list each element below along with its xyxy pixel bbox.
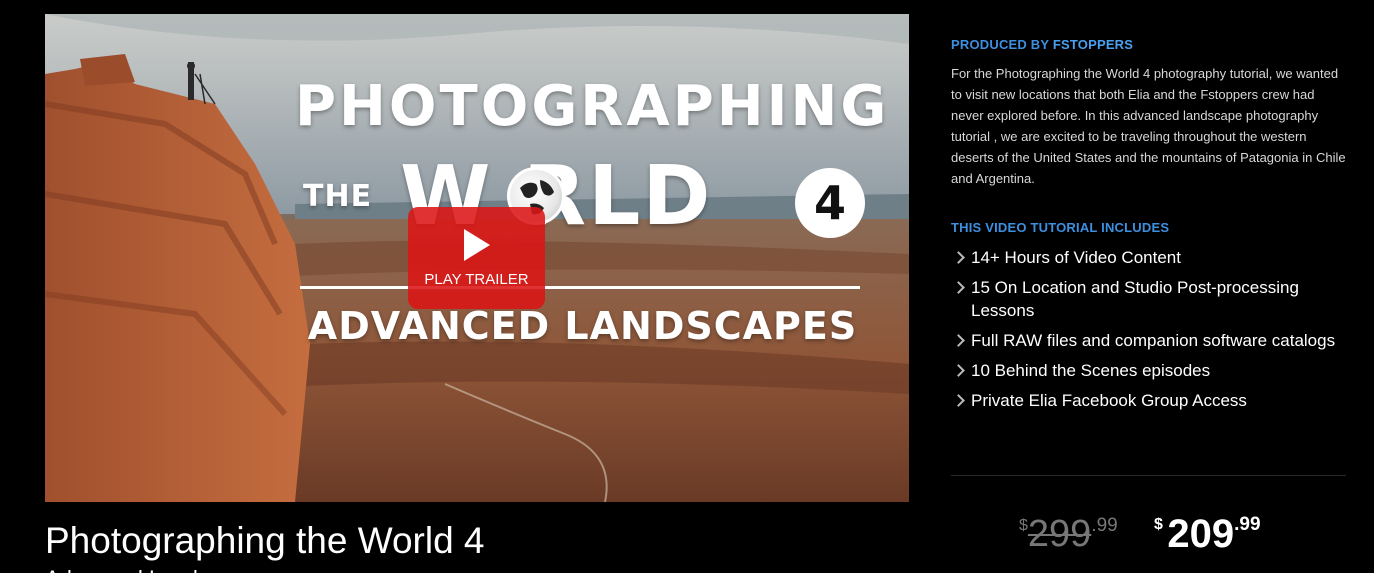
original-price: $299.99 [1019,513,1118,556]
play-icon [464,229,490,261]
list-item: 10 Behind the Scenes episodes [951,359,1346,382]
include-item-label: Full RAW files and companion software ca… [971,331,1336,350]
produced-by-prefix: PRODUCED BY [951,37,1053,52]
original-price-cents: .99 [1091,515,1118,536]
hero-title-subtitle: ADVANCED LANDSCAPES [307,304,858,348]
include-item-label: 14+ Hours of Video Content [971,248,1181,267]
product-description: For the Photographing the World 4 photog… [951,66,1346,186]
produced-by: PRODUCED BY FSTOPPERS [951,37,1133,52]
sale-price-amount: 209 [1167,512,1235,556]
hero-title-the: THE [303,179,373,214]
product-page: PHOTOGRAPHING THE W RLD 4 ADVANCED LANDS… [0,0,1374,573]
include-item-label: 15 On Location and Studio Post-processin… [971,278,1299,320]
original-price-amount: 299 [1027,513,1092,555]
includes-heading: THIS VIDEO TUTORIAL INCLUDES [951,220,1170,235]
include-item-label: Private Elia Facebook Group Access [971,391,1247,410]
list-item: Private Elia Facebook Group Access [951,389,1346,412]
hero-title-photographing: PHOTOGRAPHING [295,74,890,139]
chevron-right-icon [952,281,965,294]
sale-price: $ 209.99 [1154,512,1261,557]
play-trailer-label: PLAY TRAILER [424,271,529,288]
hero-divider [300,286,860,289]
original-price-currency: $ [1019,517,1028,534]
list-item: Full RAW files and companion software ca… [951,329,1346,352]
chevron-right-icon [952,364,965,377]
sale-price-currency: $ [1154,516,1163,533]
hero-title-number: 4 [795,168,865,238]
chevron-right-icon [952,394,965,407]
divider [951,475,1346,476]
chevron-right-icon [952,334,965,347]
play-trailer-button[interactable]: PLAY TRAILER [408,207,545,309]
chevron-right-icon [952,251,965,264]
sale-price-cents: .99 [1234,514,1261,535]
trailer-video[interactable]: PHOTOGRAPHING THE W RLD 4 ADVANCED LANDS… [45,14,909,502]
includes-list: 14+ Hours of Video Content 15 On Locatio… [951,246,1346,419]
list-item: 15 On Location and Studio Post-processin… [951,276,1346,322]
product-title: Photographing the World 4 [45,520,485,561]
produced-by-brand-link[interactable]: FSTOPPERS [1053,37,1133,52]
list-item: 14+ Hours of Video Content [951,246,1346,269]
product-subtitle: Advanced Landscapes [45,566,345,573]
include-item-label: 10 Behind the Scenes episodes [971,361,1211,380]
